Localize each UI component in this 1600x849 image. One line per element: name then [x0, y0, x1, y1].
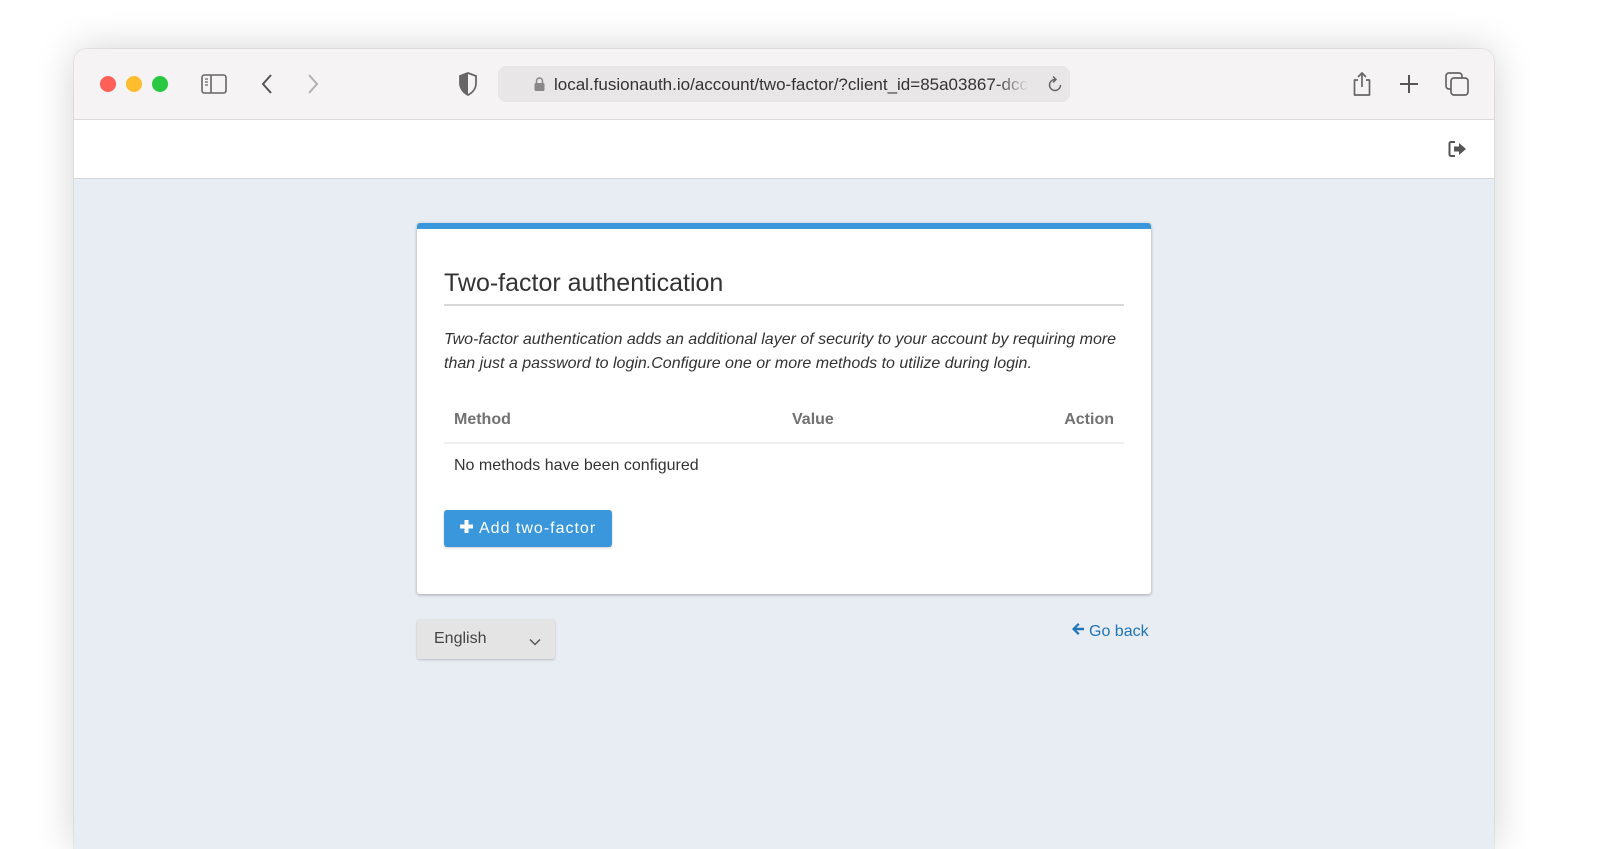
- table-row: No methods have been configured: [444, 443, 1124, 488]
- column-header-method: Method: [444, 405, 782, 444]
- url-text[interactable]: local.fusionauth.io/account/two-factor/?…: [554, 75, 1029, 95]
- address-bar[interactable]: local.fusionauth.io/account/two-factor/?…: [498, 66, 1070, 102]
- lock-icon: [534, 77, 545, 96]
- panel-description: Two-factor authentication adds an additi…: [444, 331, 1117, 372]
- chevron-left-icon[interactable]: [254, 71, 280, 97]
- arrow-left-icon: [1071, 622, 1085, 641]
- sidebar-icon[interactable]: [201, 71, 227, 97]
- reload-icon[interactable]: [1046, 74, 1064, 99]
- plus-icon: [460, 519, 473, 538]
- column-header-action: Action: [942, 405, 1124, 444]
- close-window-button[interactable]: [100, 76, 116, 92]
- shield-icon[interactable]: [455, 71, 481, 97]
- two-factor-panel: Two-factor authentication Two-factor aut…: [417, 223, 1151, 594]
- chevron-right-icon[interactable]: [300, 71, 326, 97]
- column-header-value: Value: [782, 405, 943, 444]
- table-header-row: Method Value Action: [444, 405, 1124, 444]
- language-select[interactable]: English: [417, 619, 555, 659]
- go-back-link[interactable]: Go back: [1071, 622, 1149, 641]
- language-select-value: English: [434, 630, 487, 647]
- add-two-factor-label: Add two-factor: [479, 519, 597, 537]
- share-icon[interactable]: [1349, 71, 1375, 97]
- methods-table: Method Value Action No methods have been…: [444, 405, 1124, 488]
- add-two-factor-button[interactable]: Add two-factor: [444, 510, 613, 547]
- browser-window: local.fusionauth.io/account/two-factor/?…: [74, 49, 1494, 849]
- go-back-label: Go back: [1089, 622, 1149, 640]
- page-title: Two-factor authentication: [444, 269, 1124, 306]
- plus-icon[interactable]: [1396, 71, 1422, 97]
- minimize-window-button[interactable]: [126, 76, 142, 92]
- browser-toolbar: local.fusionauth.io/account/two-factor/?…: [74, 49, 1494, 120]
- empty-message: No methods have been configured: [454, 457, 699, 474]
- sign-out-icon[interactable]: [1448, 140, 1468, 163]
- zoom-window-button[interactable]: [152, 76, 168, 92]
- tabs-overview-icon[interactable]: [1444, 71, 1470, 97]
- app-header: [74, 120, 1494, 179]
- chevron-down-icon: [529, 633, 541, 651]
